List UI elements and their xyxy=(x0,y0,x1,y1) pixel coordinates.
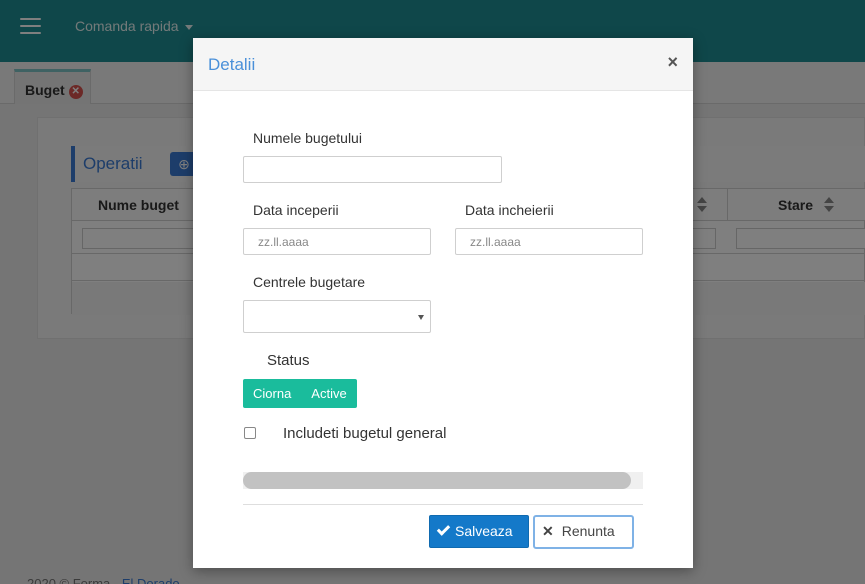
budget-name-input[interactable] xyxy=(243,156,502,183)
include-general-budget-label: Includeti bugetul general xyxy=(283,425,447,442)
budget-centers-label: Centrele bugetare xyxy=(253,274,366,290)
start-date-label: Data inceperii xyxy=(253,202,339,218)
footer-divider xyxy=(243,504,643,505)
include-general-budget-checkbox[interactable] xyxy=(244,427,256,439)
cancel-button-label: Renunta xyxy=(561,523,615,539)
budget-name-label: Numele bugetului xyxy=(253,130,362,146)
cancel-button[interactable]: ✕ Renunta xyxy=(533,515,634,549)
details-modal: Detalii × Numele bugetului Data inceperi… xyxy=(193,38,693,568)
save-button-label: Salveaza xyxy=(455,523,513,539)
close-icon[interactable]: × xyxy=(667,52,678,73)
end-date-label: Data incheierii xyxy=(465,202,554,218)
status-option-active[interactable]: Active xyxy=(301,379,356,408)
status-option-draft[interactable]: Ciorna xyxy=(243,379,301,408)
status-label: Status xyxy=(267,352,310,369)
modal-title: Detalii xyxy=(208,55,256,74)
horizontal-scrollbar[interactable] xyxy=(243,472,643,489)
dropdown-arrow-icon xyxy=(418,315,424,320)
save-button[interactable]: Salveaza xyxy=(429,515,529,548)
checkmark-icon xyxy=(436,522,451,536)
close-x-icon: ✕ xyxy=(542,523,554,539)
scrollbar-thumb[interactable] xyxy=(243,472,631,489)
start-date-input[interactable] xyxy=(243,228,431,255)
modal-header: Detalii × xyxy=(193,38,693,91)
status-toggle-group: Ciorna Active xyxy=(243,379,357,408)
budget-centers-select[interactable] xyxy=(243,300,431,333)
end-date-input[interactable] xyxy=(455,228,643,255)
